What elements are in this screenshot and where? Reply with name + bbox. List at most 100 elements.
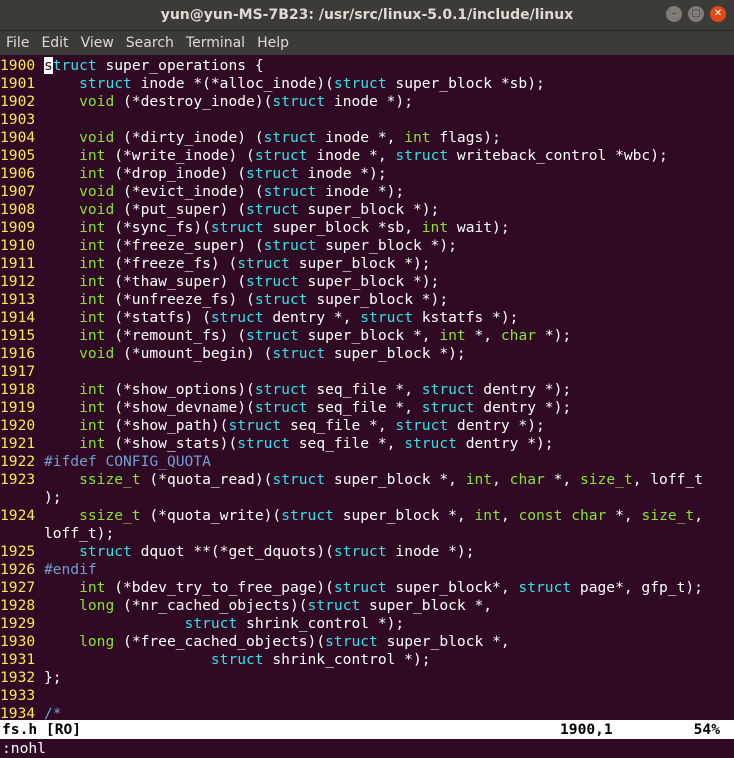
line-number: 1902 <box>0 93 44 110</box>
code-token: inode *); <box>386 543 475 560</box>
code-token: int <box>79 273 106 290</box>
terminal-text-area[interactable]: 1900 struct super_operations {1901 struc… <box>0 55 734 758</box>
code-token: void <box>79 201 115 218</box>
code-token: struct <box>210 219 264 236</box>
code-token: struct <box>254 291 308 308</box>
line-number: 1901 <box>0 75 44 92</box>
maximize-icon[interactable]: ▢ <box>688 6 704 22</box>
code-token: struct <box>421 381 475 398</box>
code-token: int <box>79 399 106 416</box>
menu-terminal[interactable]: Terminal <box>180 31 251 55</box>
text-cursor: s <box>43 57 53 74</box>
code-token: super_block *, <box>298 327 440 344</box>
code-token: struct <box>263 183 317 200</box>
code-line: 1932 }; <box>0 669 62 687</box>
code-token: struct <box>325 633 378 650</box>
status-filename: fs.h [RO] <box>2 721 82 738</box>
code-token: struct <box>272 471 326 488</box>
menu-view[interactable]: View <box>75 31 120 55</box>
code-token: #endif <box>43 561 97 578</box>
code-token: inode *, <box>307 147 396 164</box>
code-token: int <box>465 471 493 488</box>
code-token: struct <box>404 435 457 452</box>
code-token: (*put_super) ( <box>114 201 247 218</box>
menu-file[interactable]: File <box>0 31 35 55</box>
code-token: struct <box>333 543 387 560</box>
menu-search[interactable]: Search <box>120 31 180 55</box>
code-token: inode *(*alloc_inode)( <box>131 75 334 92</box>
code-token: struct <box>210 651 264 668</box>
line-number: 1914 <box>0 309 44 326</box>
code-token: struct <box>395 147 449 164</box>
code-token: void <box>79 93 115 110</box>
code-token: long <box>79 597 115 614</box>
line-number: 1932 <box>0 669 44 686</box>
line-number: 1909 <box>0 219 44 236</box>
menu-bar: File Edit View Search Terminal Help <box>0 31 734 55</box>
code-token: (*freeze_super) ( <box>105 237 264 254</box>
code-token: dentry *); <box>474 381 572 398</box>
line-number: 1924 <box>0 507 44 524</box>
close-icon[interactable]: ✕ <box>710 6 726 22</box>
code-line: 1929 struct shrink_control *); <box>0 615 404 633</box>
minimize-icon[interactable]: – <box>666 6 682 22</box>
code-token: void <box>79 183 115 200</box>
code-token: struct <box>254 399 308 416</box>
code-token: int <box>79 417 106 434</box>
title-bar[interactable]: yun@yun-MS-7B23: /usr/src/linux-5.0.1/in… <box>0 0 734 31</box>
line-number: 1920 <box>0 417 44 434</box>
code-line: 1900 struct super_operations { <box>0 57 264 75</box>
code-token: super_block *sb, <box>263 219 422 236</box>
code-token: struct <box>395 417 449 434</box>
vim-command-line[interactable]: :nohl <box>2 739 46 758</box>
menu-edit[interactable]: Edit <box>35 31 74 55</box>
line-number: 1929 <box>0 615 44 632</box>
line-number: 1926 <box>0 561 44 578</box>
line-number: 1908 <box>0 201 44 218</box>
line-number: 1923 <box>0 471 44 488</box>
line-number <box>0 489 44 506</box>
code-line: 1925 struct dquot **(*get_dquots)(struct… <box>0 543 475 561</box>
code-token: struct <box>246 165 299 182</box>
line-number: 1927 <box>0 579 44 596</box>
code-token: int <box>79 291 106 308</box>
code-line: 1916 void (*umount_begin) (struct super_… <box>0 345 466 363</box>
menu-help[interactable]: Help <box>251 31 295 55</box>
code-token: super_block*, <box>386 579 519 596</box>
code-token: super_block *, <box>360 597 493 614</box>
line-number: 1905 <box>0 147 44 164</box>
code-token: struct <box>333 579 387 596</box>
code-token: struct <box>254 381 308 398</box>
line-number: 1911 <box>0 255 44 272</box>
code-token: (*unfreeze_fs) ( <box>105 291 255 308</box>
line-number: 1915 <box>0 327 44 344</box>
status-scroll-percent: 54% <box>693 721 720 738</box>
code-token: super_block *); <box>316 237 457 254</box>
code-token: int <box>79 219 106 236</box>
code-token: (*umount_begin) ( <box>114 345 273 362</box>
code-token: (*destroy_inode)( <box>114 93 273 110</box>
code-token: dentry *); <box>474 399 572 416</box>
code-token: (*dirty_inode) ( <box>114 129 264 146</box>
code-token: int <box>474 507 501 524</box>
code-line: 1902 void (*destroy_inode)(struct inode … <box>0 93 413 111</box>
code-token: *); <box>536 327 572 344</box>
code-token: int <box>79 165 106 182</box>
code-line: 1905 int (*write_inode) (struct inode *,… <box>0 147 668 165</box>
code-token: char <box>571 507 607 524</box>
code-line: 1911 int (*freeze_fs) (struct super_bloc… <box>0 255 431 273</box>
code-token: (*freeze_fs) ( <box>105 255 238 272</box>
code-token: int <box>79 309 106 326</box>
line-number: 1912 <box>0 273 44 290</box>
line-number: 1921 <box>0 435 44 452</box>
code-token: struct <box>79 543 132 560</box>
